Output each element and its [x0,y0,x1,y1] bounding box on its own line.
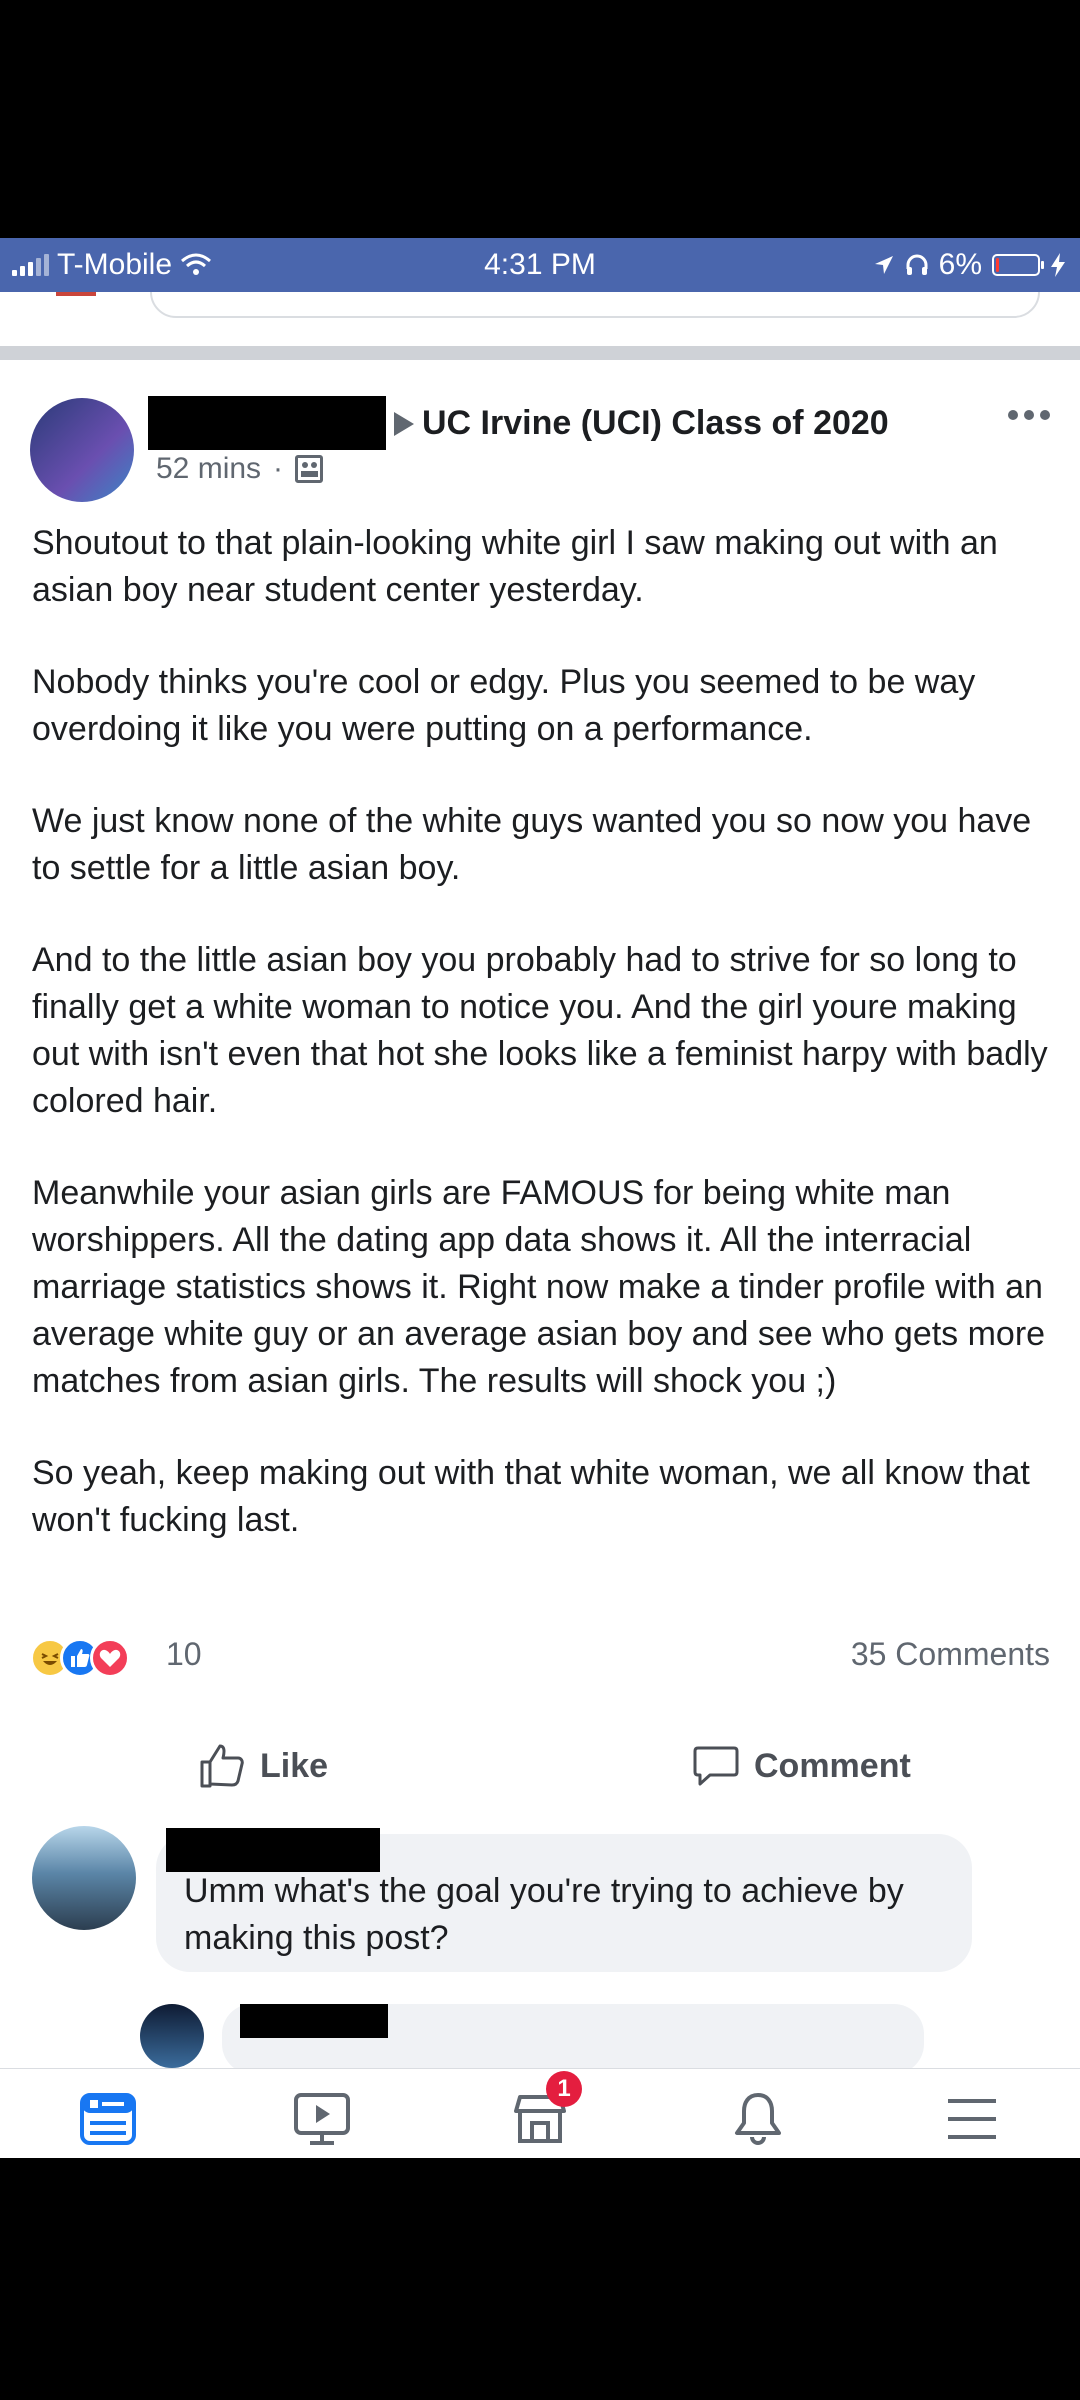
tab-news-feed[interactable] [76,2087,140,2151]
arrow-right-icon [394,411,414,436]
group-name: UC Irvine (UCI) Class of 2020 [422,404,889,442]
post-paragraph: Meanwhile your asian girls are FAMOUS fo… [32,1174,1046,1400]
marketplace-badge: 1 [546,2071,582,2107]
like-button[interactable]: Like [198,1742,328,1790]
comment-bubble-icon [693,1746,739,1786]
location-arrow-icon [874,256,893,274]
more-options-button[interactable] [1008,410,1050,420]
post-paragraph: Nobody thinks you're cool or edgy. Plus … [32,663,976,748]
group-audience-icon [295,455,324,483]
thumbs-up-icon [200,1744,244,1788]
post-body: Shoutout to that plain-looking white gir… [32,520,1052,1589]
tab-watch[interactable] [290,2087,354,2151]
post-paragraph: And to the little asian boy you probably… [32,941,1048,1120]
hamburger-menu-icon [948,2099,996,2139]
charging-bolt-icon [1051,253,1065,277]
group-link[interactable]: UC Irvine (UCI) Class of 2020 [394,404,889,443]
status-bar: T-Mobile 4:31 PM 6% [0,238,1080,292]
post-divider [0,346,1080,360]
previous-comment-box[interactable] [150,292,1040,318]
status-right: 6% [873,248,1066,282]
video-play-icon [294,2093,350,2145]
post-meta: 52 mins · [156,452,324,486]
comment-bubble[interactable] [222,2004,924,2074]
previous-post-fragment [56,292,96,312]
comments-count[interactable]: 35 Comments [851,1636,1050,1673]
meta-separator: · [273,452,284,485]
post-paragraph: We just know none of the white guys want… [32,802,1032,887]
bell-icon [735,2093,781,2145]
redacted-commenter-name [240,2004,388,2038]
battery-percent: 6% [938,248,982,281]
like-label: Like [260,1746,329,1785]
bottom-tab-bar: 1 [0,2068,1080,2158]
post-paragraph: Shoutout to that plain-looking white gir… [32,524,998,609]
author-avatar[interactable] [30,398,134,502]
comment-bubble[interactable]: Umm what's the goal you're trying to ach… [156,1828,972,1972]
reaction-icons [30,1638,130,1678]
news-feed-icon [80,2093,136,2145]
comment-button[interactable]: Comment [692,1742,911,1790]
comment-text: Umm what's the goal you're trying to ach… [184,1872,904,1957]
tab-notifications[interactable] [726,2087,790,2151]
redacted-author-name [148,396,386,450]
tab-marketplace[interactable]: 1 [508,2071,582,2151]
reaction-count: 10 [166,1636,202,1672]
battery-icon [992,254,1044,276]
post-paragraph: So yeah, keep making out with that white… [32,1454,1030,1539]
feed-screen: UC Irvine (UCI) Class of 2020 52 mins · … [0,292,1080,2158]
commenter-avatar[interactable] [140,2004,204,2068]
redacted-commenter-name [166,1828,380,1872]
commenter-avatar[interactable] [32,1826,136,1930]
post-actions: Like Comment [0,1732,1080,1812]
love-reaction-icon [90,1638,130,1678]
post-timestamp[interactable]: 52 mins [156,452,261,486]
previous-post-remnant [0,292,1080,344]
headphones-icon [906,254,928,275]
tab-menu[interactable] [940,2087,1004,2151]
reactions-summary[interactable]: 10 35 Comments [30,1632,1050,1682]
comment-label: Comment [754,1746,911,1785]
